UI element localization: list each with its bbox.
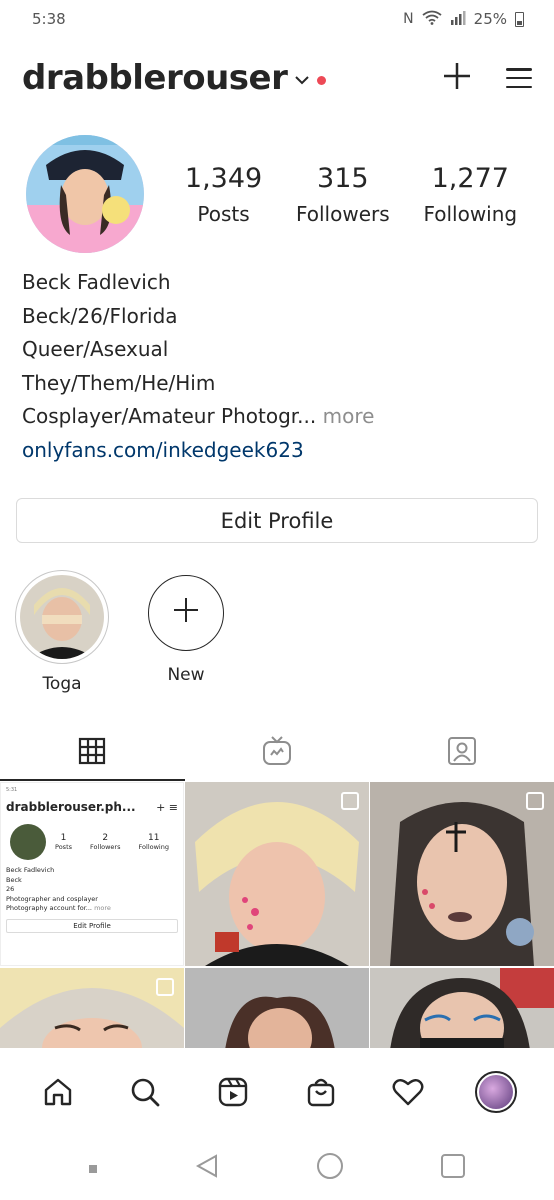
post-thumbnail[interactable] — [370, 782, 554, 966]
followers-label: Followers — [295, 201, 390, 226]
status-bar: 5:38 N 25% — [0, 0, 554, 38]
battery-percent: 25% — [473, 10, 507, 28]
bio-line: Queer/Asexual — [22, 337, 169, 361]
signal-icon — [450, 10, 466, 29]
mini-bio-line: Photographer and cosplayer — [6, 894, 98, 903]
mini-bio-truncated: Photography account for... more — [6, 904, 178, 914]
status-icons: N 25% — [403, 10, 524, 29]
highlight-ring[interactable] — [15, 570, 109, 664]
status-time: 5:38 — [32, 10, 66, 28]
mini-stat-value: 2 — [102, 833, 109, 843]
edit-profile-button[interactable]: Edit Profile — [16, 498, 538, 543]
highlight-cover — [20, 575, 104, 659]
mini-bio-truncated-text: Photography account for... — [6, 904, 92, 912]
grid-icon — [78, 737, 106, 769]
account-switcher[interactable]: drabblerouser — [22, 58, 327, 98]
bio-more-link[interactable]: more — [323, 404, 375, 428]
system-navigation — [0, 1140, 554, 1196]
mini-bio: Beck Fadlevich Beck 26 Photographer and … — [6, 866, 178, 914]
activity-icon[interactable] — [378, 1062, 438, 1122]
following-count: 1,277 — [431, 162, 509, 194]
mini-stat-label: Followers — [90, 843, 121, 851]
tab-grid[interactable] — [0, 725, 185, 781]
menu-icon[interactable] — [506, 68, 532, 88]
profile-tabs — [0, 725, 554, 781]
followers-stat[interactable]: 315 Followers — [296, 163, 390, 226]
mini-profile-row: 1 Posts 2 Followers 11 Following — [6, 824, 178, 860]
mini-stat-label: Posts — [55, 843, 73, 851]
notification-dot — [317, 75, 327, 85]
posts-stat[interactable]: 1,349 Posts — [185, 163, 262, 226]
profile-header: drabblerouser — [22, 50, 532, 106]
header-actions — [442, 61, 532, 95]
profile-avatar-nav[interactable] — [466, 1062, 526, 1122]
new-highlight-label: New — [167, 665, 205, 685]
bio-line: Beck/26/Florida — [22, 303, 178, 328]
recent-apps-dot-icon[interactable] — [88, 1159, 98, 1178]
carousel-icon — [526, 792, 544, 810]
mini-bio-line: Beck Fadlevich — [6, 866, 55, 874]
search-icon[interactable] — [115, 1062, 175, 1122]
profile-bio: Beck Fadlevich Beck/26/Florida Queer/Ase… — [22, 266, 532, 467]
highlight-label: Toga — [42, 674, 82, 694]
new-highlight[interactable]: New — [138, 570, 234, 694]
battery-icon — [515, 11, 524, 27]
username[interactable]: drabblerouser — [22, 58, 288, 98]
profile-summary: 1,349 Posts 315 Followers 1,277 Followin… — [26, 134, 534, 254]
post-thumbnail[interactable] — [0, 968, 184, 1048]
reels-icon[interactable] — [203, 1062, 263, 1122]
mini-avatar — [10, 824, 46, 860]
tab-tagged[interactable] — [369, 725, 554, 781]
mini-header-icons: + ≡ — [156, 800, 178, 814]
mini-edit-profile: Edit Profile — [6, 918, 178, 933]
post-thumbnail[interactable]: 5:31 drabblerouser.ph... + ≡ 1 Posts 2 Fol… — [0, 782, 184, 966]
post-thumbnail[interactable] — [185, 968, 369, 1048]
mini-stat-value: 11 — [148, 833, 160, 843]
avatar — [475, 1071, 518, 1113]
mini-username: drabblerouser.ph... — [6, 800, 136, 814]
post-thumbnail[interactable] — [370, 968, 554, 1048]
followers-count: 315 — [317, 162, 369, 194]
tab-igtv[interactable] — [185, 725, 370, 781]
overview-icon[interactable] — [440, 1153, 466, 1183]
mini-stats: 1 Posts 2 Followers 11 Following — [46, 833, 178, 851]
mini-status-time: 5:31 — [6, 787, 18, 793]
bio-website-link[interactable]: onlyfans.com/inkedgeek623 — [22, 434, 532, 468]
carousel-icon — [156, 978, 174, 996]
mini-more: more — [94, 904, 111, 912]
bio-truncated-row: Cosplayer/Amateur Photogr... more — [22, 400, 532, 434]
mini-stat-value: 1 — [60, 833, 67, 843]
shop-icon[interactable] — [291, 1062, 351, 1122]
home-button-icon[interactable] — [316, 1152, 344, 1184]
new-highlight-button[interactable] — [148, 575, 224, 651]
bio-truncated-line: Cosplayer/Amateur Photogr... — [22, 404, 317, 428]
posts-label: Posts — [197, 201, 250, 226]
home-icon[interactable] — [28, 1062, 88, 1122]
highlight-item[interactable]: Toga — [14, 570, 110, 694]
nfc-icon: N — [403, 11, 414, 27]
following-label: Following — [423, 201, 518, 226]
mini-stat-label: Following — [138, 843, 169, 851]
post-thumbnail[interactable] — [185, 782, 369, 966]
mini-header: drabblerouser.ph... + ≡ — [6, 800, 178, 814]
profile-stats: 1,349 Posts 315 Followers 1,277 Followin… — [168, 163, 534, 226]
chevron-down-icon[interactable] — [295, 73, 310, 89]
post-grid: 5:31 drabblerouser.ph... + ≡ 1 Posts 2 Fol… — [0, 782, 554, 1048]
wifi-icon — [422, 10, 442, 29]
following-stat[interactable]: 1,277 Following — [423, 163, 517, 226]
mini-bio-line: 26 — [6, 885, 15, 893]
bottom-navigation — [0, 1048, 554, 1136]
tagged-icon — [447, 736, 477, 770]
bio-line: They/Them/He/Him — [22, 370, 216, 395]
igtv-icon — [262, 736, 292, 770]
mini-bio-line: Beck — [6, 875, 22, 884]
plus-icon — [172, 596, 200, 630]
bio-name: Beck Fadlevich — [22, 270, 171, 294]
back-icon[interactable] — [194, 1153, 220, 1183]
posts-count: 1,349 — [184, 162, 263, 194]
story-highlights: Toga New — [14, 570, 234, 694]
profile-avatar[interactable] — [26, 135, 144, 253]
carousel-icon — [341, 792, 359, 810]
new-post-icon[interactable] — [442, 61, 472, 95]
